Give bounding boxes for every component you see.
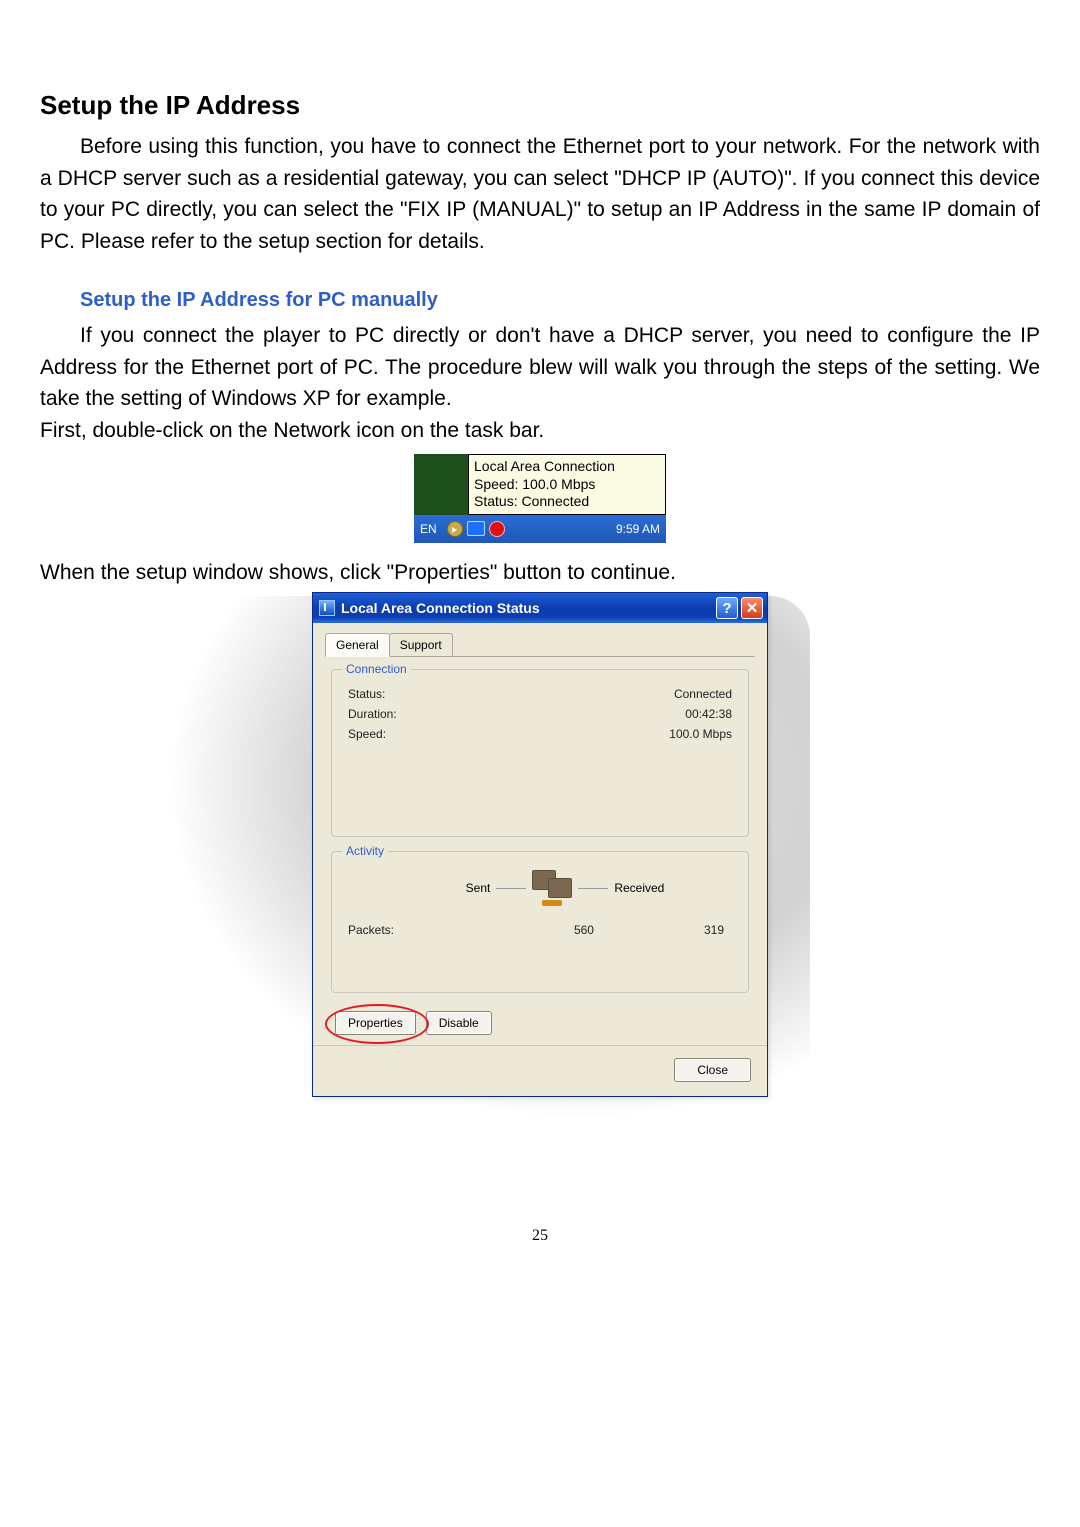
- close-dialog-button[interactable]: Close: [674, 1058, 751, 1082]
- paragraph-3: First, double-click on the Network icon …: [40, 415, 1040, 447]
- activity-monitor-icon: [532, 870, 572, 906]
- page-number: 25: [40, 1227, 1040, 1245]
- received-label: Received: [614, 881, 664, 895]
- duration-value: 00:42:38: [685, 707, 732, 721]
- tooltip-line-2: Speed: 100.0 Mbps: [474, 476, 660, 494]
- taskbar-screenshot: Local Area Connection Speed: 100.0 Mbps …: [414, 454, 666, 543]
- packets-label: Packets:: [348, 923, 394, 937]
- network-icon: [467, 521, 485, 536]
- paragraph-1: Before using this function, you have to …: [40, 131, 1040, 257]
- tab-general[interactable]: General: [325, 633, 390, 657]
- system-tray: EN 9:59 AM: [414, 515, 666, 543]
- status-value: Connected: [674, 687, 732, 701]
- dialog-titlebar: Local Area Connection Status ? ✕: [313, 593, 767, 623]
- tooltip-line-3: Status: Connected: [474, 493, 660, 511]
- group-activity-legend: Activity: [342, 844, 388, 858]
- close-button[interactable]: ✕: [741, 597, 763, 619]
- help-button[interactable]: ?: [716, 597, 738, 619]
- paragraph-2: If you connect the player to PC directly…: [40, 320, 1040, 415]
- paragraph-4: When the setup window shows, click "Prop…: [40, 557, 1040, 589]
- tray-expand-icon: [447, 521, 463, 537]
- language-indicator: EN: [420, 522, 437, 536]
- dialog-tabs: General Support: [325, 633, 755, 657]
- taskbar-tooltip: Local Area Connection Speed: 100.0 Mbps …: [468, 454, 666, 515]
- divider-line: [496, 888, 526, 889]
- window-icon: [319, 600, 335, 616]
- tray-alert-icon: [489, 521, 505, 537]
- connection-status-dialog: Local Area Connection Status ? ✕ General…: [312, 592, 768, 1097]
- status-label: Status:: [348, 687, 385, 701]
- disable-button[interactable]: Disable: [426, 1011, 492, 1035]
- packets-received-value: 319: [704, 923, 724, 937]
- speed-value: 100.0 Mbps: [669, 727, 732, 741]
- group-activity: Activity Sent Received: [331, 851, 749, 993]
- tab-panel-general: Connection Status: Connected Duration: 0…: [313, 657, 767, 1045]
- sent-label: Sent: [466, 881, 491, 895]
- group-connection: Connection Status: Connected Duration: 0…: [331, 669, 749, 837]
- packets-sent-value: 560: [574, 923, 594, 937]
- group-connection-legend: Connection: [342, 662, 411, 676]
- subheading: Setup the IP Address for PC manually: [40, 289, 1040, 312]
- speed-label: Speed:: [348, 727, 386, 741]
- properties-button[interactable]: Properties: [335, 1011, 416, 1035]
- tab-support[interactable]: Support: [389, 633, 453, 656]
- tooltip-line-1: Local Area Connection: [474, 458, 660, 476]
- duration-label: Duration:: [348, 707, 397, 721]
- dialog-title: Local Area Connection Status: [341, 600, 540, 616]
- page-heading: Setup the IP Address: [40, 90, 1040, 121]
- divider-line: [578, 888, 608, 889]
- clock: 9:59 AM: [616, 522, 660, 536]
